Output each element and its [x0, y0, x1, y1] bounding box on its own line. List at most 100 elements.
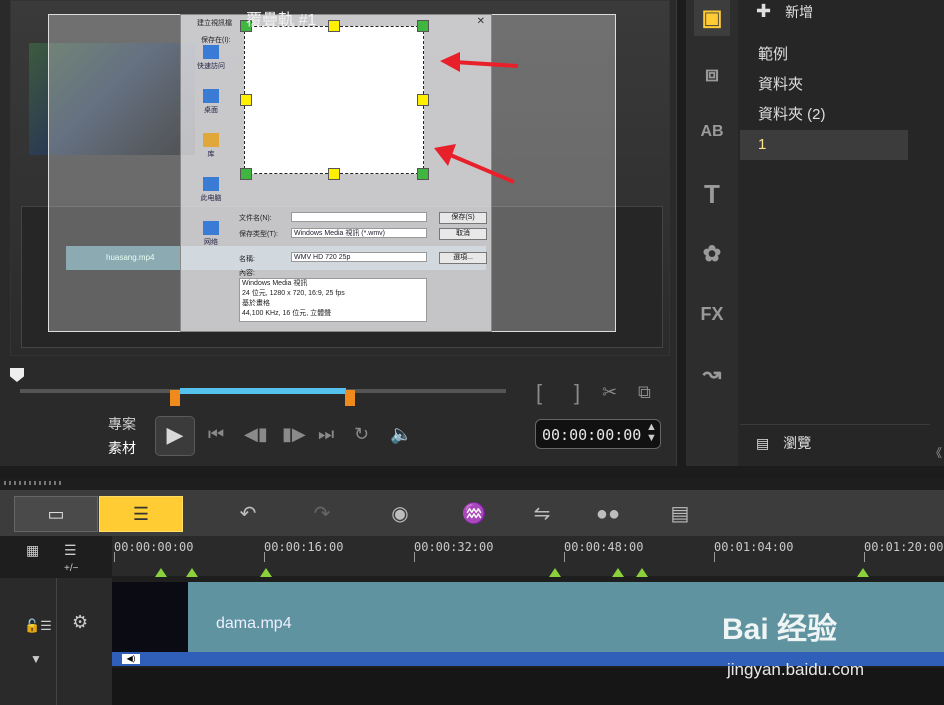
folder-item[interactable]: 範例 [740, 40, 930, 70]
cue-marker[interactable] [155, 568, 167, 577]
motion-track-icon[interactable]: ●● [592, 498, 624, 530]
cue-marker[interactable] [857, 568, 869, 577]
filetype-select[interactable]: Windows Media 視訊 (*.wmv) [291, 228, 427, 238]
sidebar-item-pc[interactable]: 此电脑 [185, 177, 237, 217]
enlarge-icon[interactable]: ⧉ [638, 382, 651, 403]
resize-handle-left[interactable] [240, 94, 252, 106]
text-title-icon[interactable]: T [694, 176, 730, 212]
scissors-icon[interactable]: ✂ [602, 382, 617, 403]
ruler-tick [414, 552, 415, 562]
add-folder-button[interactable]: ✚ 新增 [756, 0, 813, 26]
library-icon [203, 133, 219, 147]
storyboard-view-button[interactable]: ▭ [14, 496, 98, 532]
arrow-upper [440, 52, 519, 72]
trim-out-handle[interactable] [345, 390, 355, 406]
fx-icon[interactable]: FX [694, 296, 730, 332]
zoom-control[interactable]: +/− [64, 563, 78, 574]
divider [740, 424, 930, 425]
watermark-url: jingyan.baidu.com [727, 660, 865, 679]
repeat-icon[interactable]: ↻ [354, 424, 369, 445]
sidebar-item-network[interactable]: 网络 [185, 221, 237, 261]
filename-field[interactable] [291, 212, 427, 222]
next-frame-icon[interactable]: ▮▶ [282, 424, 306, 445]
ruler-tick-label: 00:00:32:00 [414, 540, 494, 554]
home-icon[interactable]: ⏮ [208, 424, 224, 445]
clip-thumbnail [112, 582, 188, 652]
expand-track-icon[interactable]: ▼ [30, 652, 42, 666]
audio-mixer-icon[interactable]: ♒ [458, 498, 490, 530]
media-icon[interactable]: ▣ [694, 0, 730, 36]
redo-icon[interactable]: ↷ [306, 498, 338, 530]
mark-in-icon[interactable]: [ [536, 380, 542, 406]
video-track-icon[interactable]: ⚙ [72, 612, 88, 633]
title-ab-icon[interactable]: AB [694, 114, 730, 150]
folder-list: 範例 資料夾 資料夾 (2) 1 [740, 40, 930, 160]
dialog-sidebar: 快速訪问 桌面 库 此电脑 网络 [185, 41, 237, 246]
overlay-track-title: 覆疊軌 #1 [246, 12, 317, 29]
browse-button[interactable]: ▤ 瀏覽 [756, 430, 811, 456]
browse-icon: ▤ [756, 435, 770, 451]
end-icon[interactable]: ⏭ [318, 424, 334, 445]
resize-handle-top-right[interactable] [417, 20, 429, 32]
play-button[interactable]: ▶ [155, 416, 195, 456]
lock-track-icon[interactable]: 🔓☰ [24, 618, 52, 634]
cue-marker[interactable] [549, 568, 561, 577]
resize-handle-top[interactable] [328, 20, 340, 32]
auto-music-icon[interactable]: ⇋ [526, 498, 558, 530]
timecode-stepper[interactable]: ▲ ▼ [646, 422, 657, 444]
mode-clip[interactable]: 素材 [108, 438, 136, 458]
undo-icon[interactable]: ↶ [232, 498, 264, 530]
sidebar-item-desktop[interactable]: 桌面 [185, 89, 237, 129]
folder-item-selected[interactable]: 1 [740, 130, 908, 160]
resize-handle-bottom-left[interactable] [240, 168, 252, 180]
subtitle-icon[interactable]: ▤ [664, 498, 696, 530]
resize-handle-bottom-right[interactable] [417, 168, 429, 180]
graphics-icon[interactable]: ✿ [694, 236, 730, 272]
cue-marker[interactable] [636, 568, 648, 577]
ruler-tick [264, 552, 265, 562]
cue-marker[interactable] [186, 568, 198, 577]
cue-marker[interactable] [260, 568, 272, 577]
sidebar-item-library[interactable]: 库 [185, 133, 237, 173]
transition-icon[interactable]: ⧈ [694, 56, 730, 92]
resize-handle-right[interactable] [417, 94, 429, 106]
ruler-tick [564, 552, 565, 562]
path-icon[interactable]: ↝ [694, 356, 730, 392]
track-manager-icon[interactable]: ▦ [26, 542, 39, 559]
prev-frame-icon[interactable]: ◀▮ [244, 424, 268, 445]
trim-in-handle[interactable] [170, 390, 180, 406]
filename-label: 文件名(N): [239, 215, 272, 222]
ruler-tick [864, 552, 865, 562]
close-icon[interactable]: ✕ [477, 16, 485, 27]
ruler-tick-label: 00:00:00:00 [114, 540, 194, 554]
cancel-button[interactable]: 取消 [439, 228, 487, 240]
grip-handle[interactable] [4, 481, 64, 485]
overlay-object[interactable] [244, 26, 424, 174]
volume-icon[interactable]: 🔈 [390, 424, 412, 445]
filetype-label: 保存类型(T): [239, 231, 278, 238]
save-button[interactable]: 保存(S) [439, 212, 487, 224]
trim-range[interactable] [180, 388, 346, 394]
network-icon [203, 221, 219, 235]
resize-handle-bottom[interactable] [328, 168, 340, 180]
options-button[interactable]: 選項... [439, 252, 487, 264]
arrow-lower [434, 144, 515, 184]
mark-out-icon[interactable]: ] [574, 380, 580, 406]
timeline-view-button[interactable]: ☰ [99, 496, 183, 532]
name-field[interactable]: WMV HD 720 25p [291, 252, 427, 262]
record-icon[interactable]: ◉ [384, 498, 416, 530]
folder-item[interactable]: 資料夾 (2) [740, 100, 930, 130]
chapter-list-icon[interactable]: ☰ [64, 542, 77, 559]
cue-marker[interactable] [612, 568, 624, 577]
speaker-icon[interactable]: ◀) [122, 654, 140, 664]
mode-project[interactable]: 專案 [108, 414, 136, 434]
name-label: 名稱: [239, 256, 255, 263]
collapse-icon[interactable]: 《 [930, 444, 942, 461]
annotation-arrows [434, 52, 519, 184]
track-divider [56, 578, 57, 705]
folder-item[interactable]: 資料夾 [740, 70, 930, 100]
timecode-field[interactable]: 00:00:00:00 [535, 419, 661, 449]
sidebar-item-quick[interactable]: 快速訪问 [185, 45, 237, 85]
content-box: Windows Media 視訊 24 位元, 1280 x 720, 16:9… [239, 278, 427, 322]
timeline-ruler[interactable] [112, 536, 944, 576]
